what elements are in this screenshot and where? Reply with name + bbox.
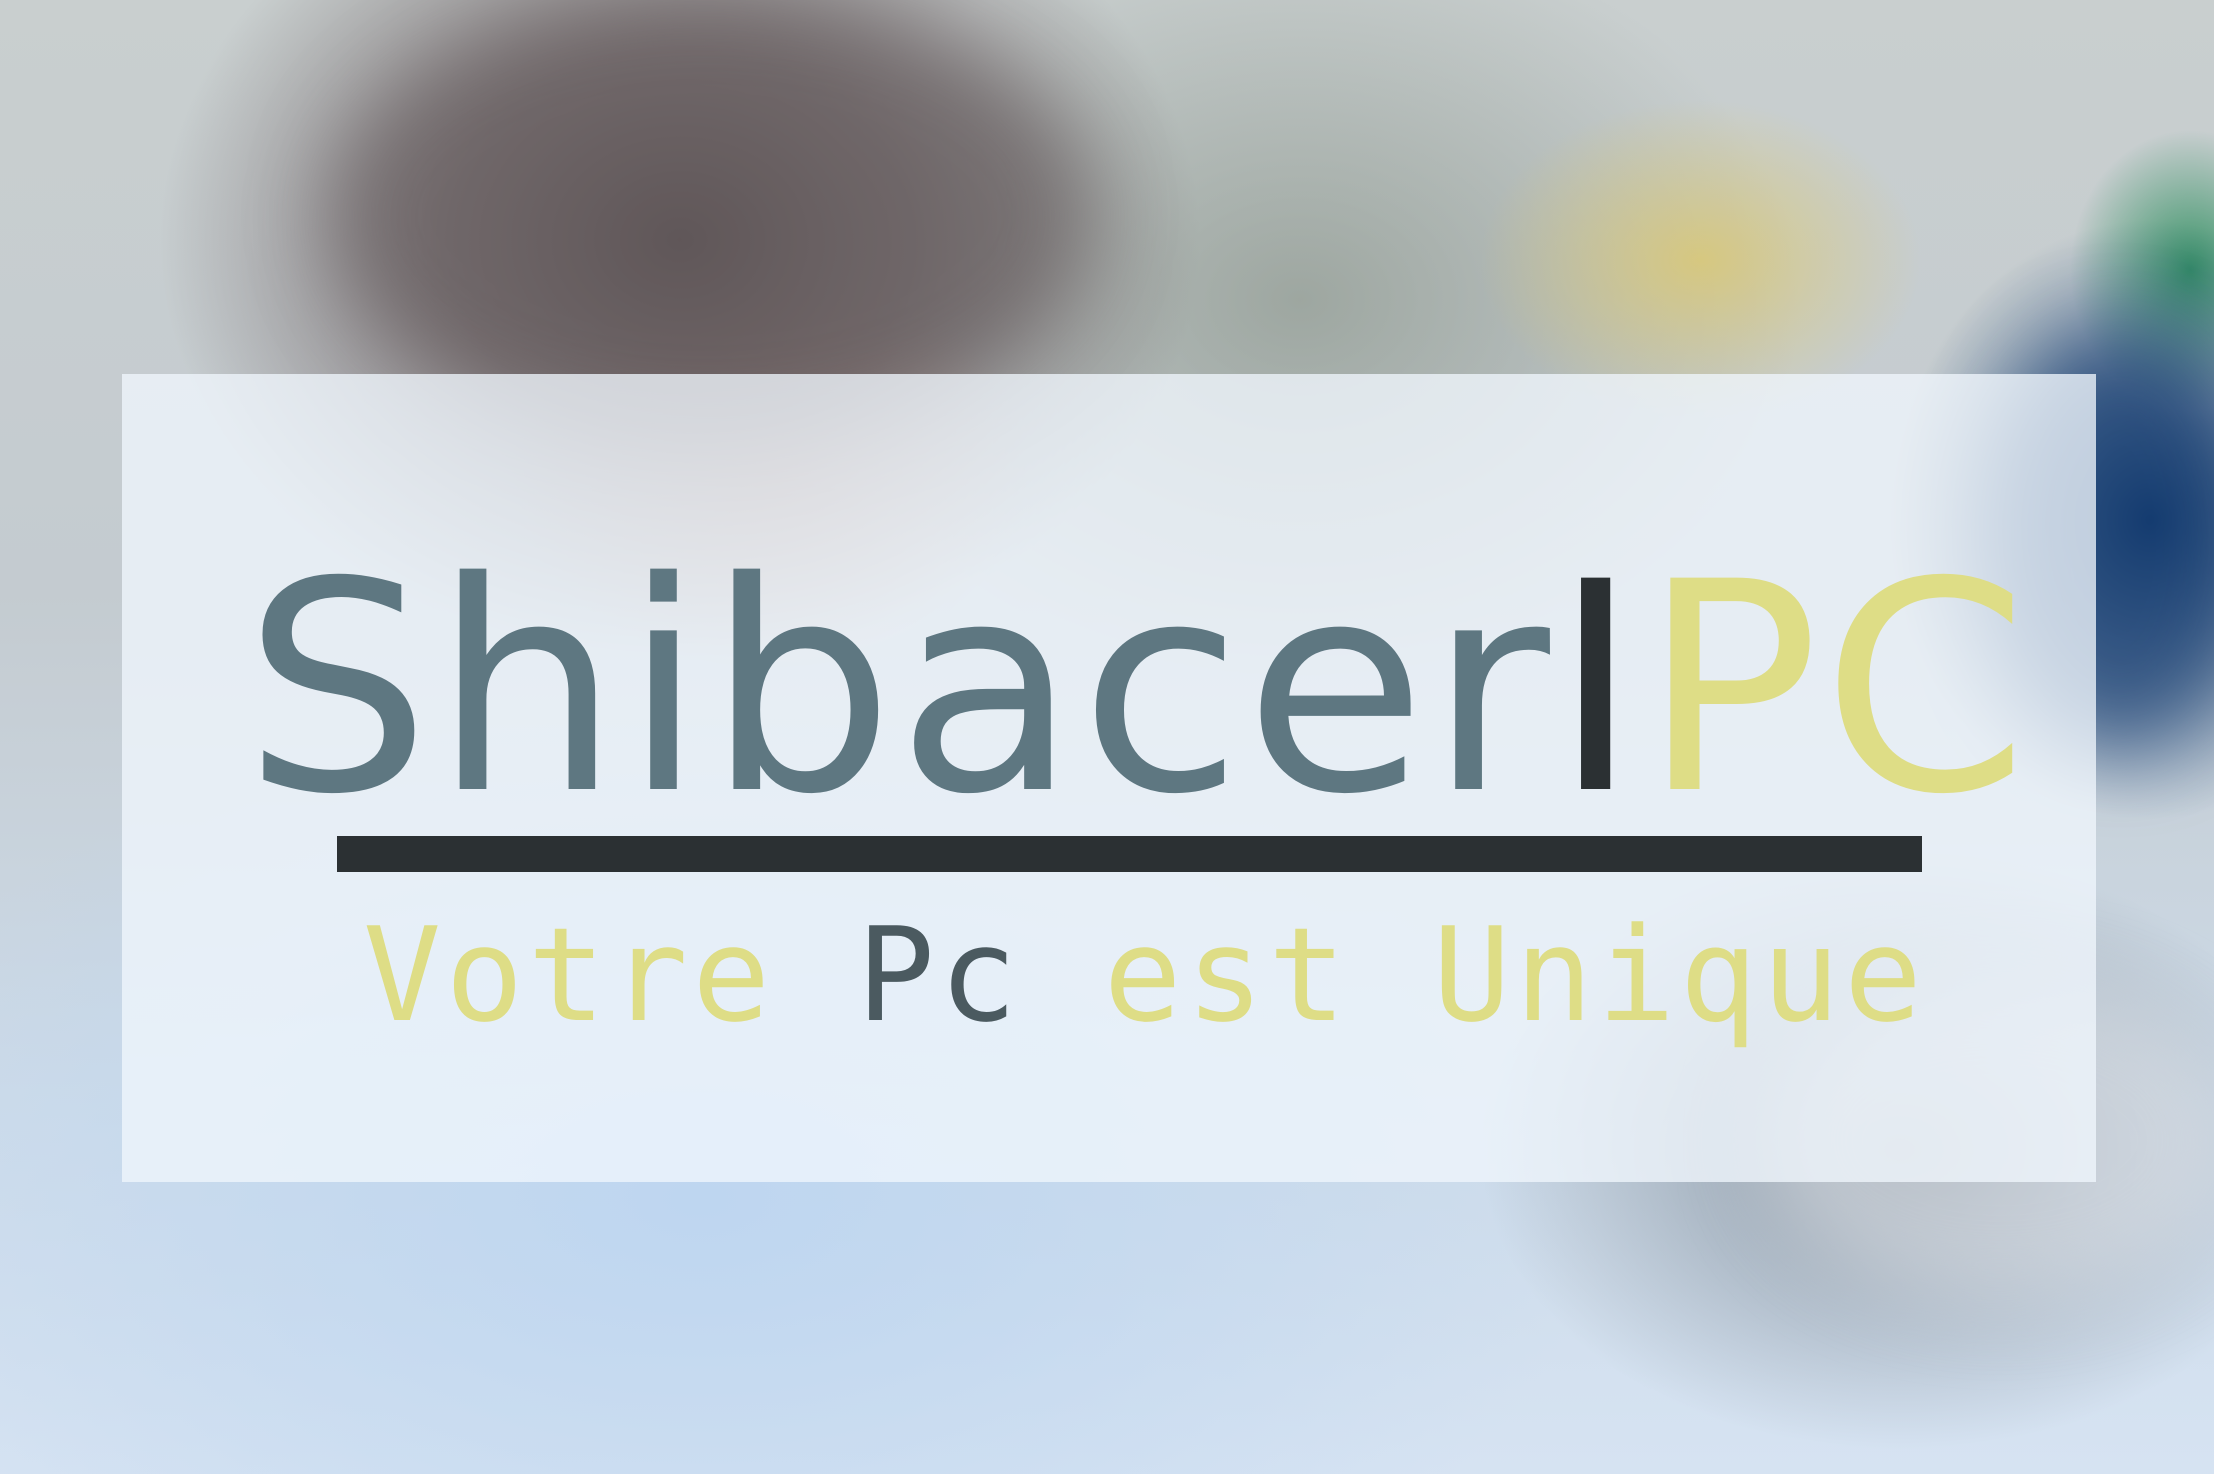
brand-logo: ShibacerIPC [243, 545, 2030, 835]
logo-part-pc: PC [1641, 521, 2031, 858]
tagline-votre: Votre [363, 899, 775, 1051]
logo-part-shibacer: Shibacer [243, 521, 1553, 858]
tagline-est-unique: est Unique [1103, 899, 1927, 1051]
logo-underline [337, 836, 1922, 872]
tagline-pc: Pc [856, 899, 1022, 1051]
background-blob-head [330, 0, 1090, 430]
logo-part-i: I [1552, 521, 1642, 858]
tagline: Votre Pc est Unique [363, 900, 1926, 1050]
